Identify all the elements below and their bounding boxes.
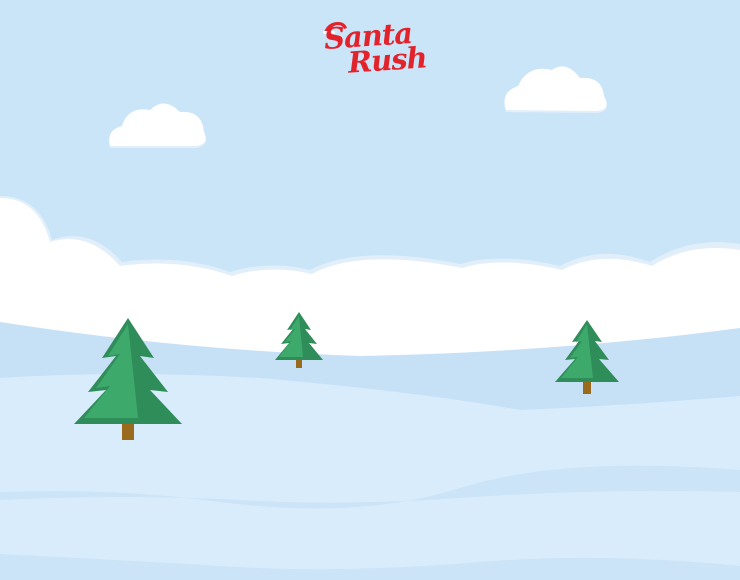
game-logo: Santa Rush: [318, 16, 428, 82]
logo-text-rush: Rush: [346, 40, 428, 80]
background-layer: [0, 0, 740, 580]
game-scene: Santa Rush: [0, 0, 740, 580]
